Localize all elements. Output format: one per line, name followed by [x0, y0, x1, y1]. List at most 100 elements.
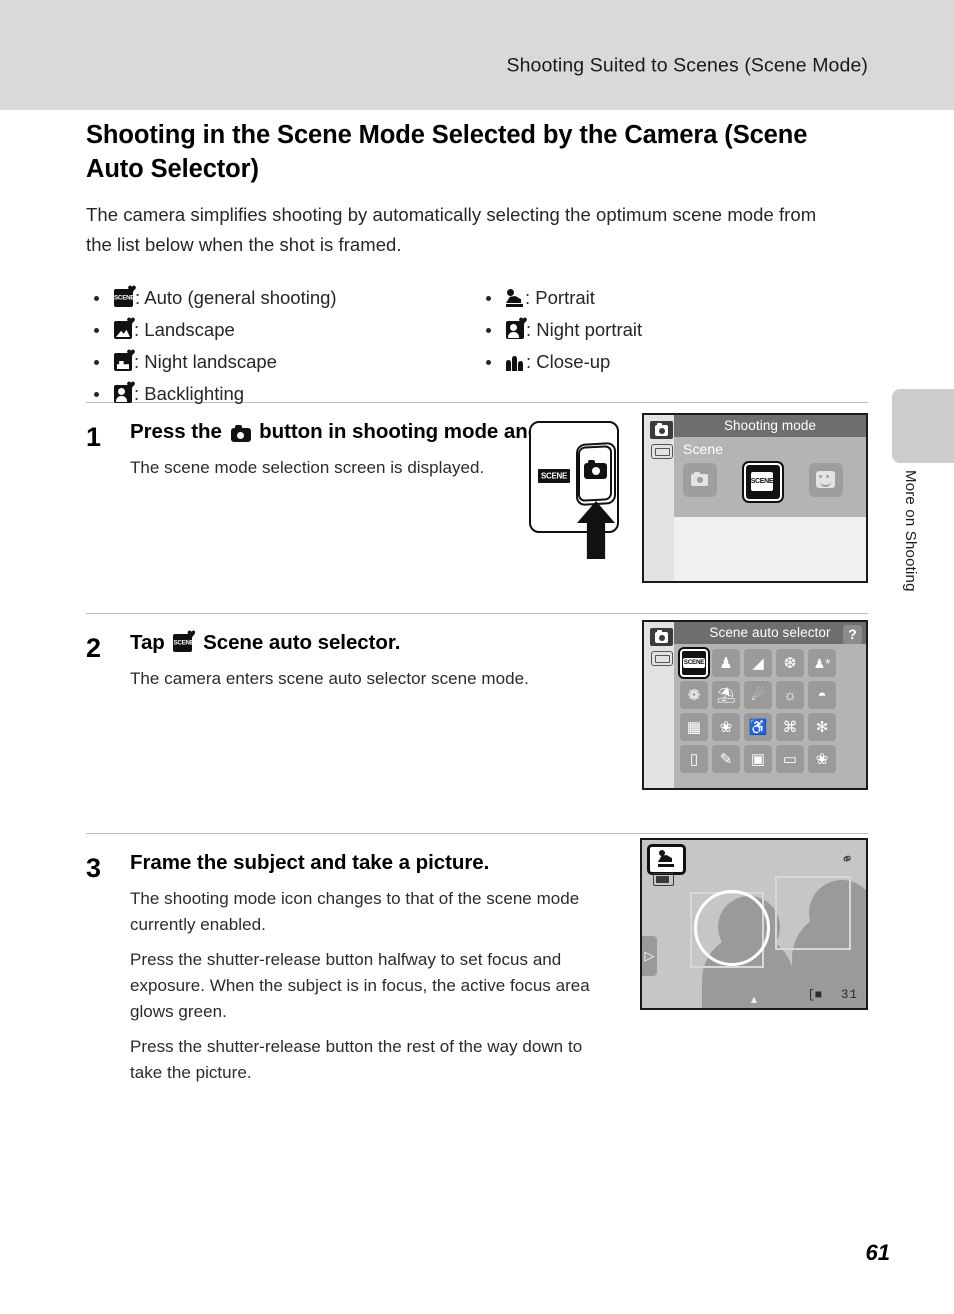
night-portrait-cell[interactable]: ♟*	[808, 649, 836, 677]
sports-cell[interactable]: ❆	[776, 649, 804, 677]
list-item: : Portrait	[486, 282, 642, 314]
section-thumb-tab-label: More on Shooting	[902, 470, 919, 592]
bottom-slide-tab[interactable]: ▲	[733, 992, 775, 1008]
screen-side-rail	[644, 622, 674, 788]
scene-icon-grid: SCENE ♟ ◢ ❆ ♟* ❁ ⛱ ☄ ☼ ◓ ▦ ❀ ♿ ⌘ ✻ ▯ ✎ ▣…	[680, 649, 836, 773]
list-item: : Night landscape	[94, 346, 337, 378]
list-item-label: : Night landscape	[134, 351, 277, 372]
bullet-dot	[94, 359, 99, 365]
portrait-icon	[506, 289, 523, 307]
step-1: 1 Press the button in shooting mode and …	[86, 403, 868, 613]
list-item-label: : Landscape	[134, 319, 235, 340]
landscape-cell[interactable]: ◢	[744, 649, 772, 677]
bullet-dot	[486, 359, 491, 365]
party-indoor-cell[interactable]: ❁	[680, 681, 708, 709]
mode-badge	[647, 844, 686, 875]
figure-camera-button	[529, 421, 621, 559]
shots-remaining: 31	[840, 988, 858, 1002]
list-item: : Night portrait	[486, 314, 642, 346]
screen-subtitle: Scene	[683, 441, 724, 457]
section-thumb-tab	[892, 389, 954, 463]
panorama-cell[interactable]: ▭	[776, 745, 804, 773]
list-item-label: : Auto (general shooting)	[135, 287, 337, 308]
portrait-cell[interactable]: ♟	[712, 649, 740, 677]
food-cell[interactable]: ♿	[744, 713, 772, 741]
list-item-label: : Backlighting	[134, 383, 245, 404]
camera-tab-icon[interactable]	[650, 421, 673, 439]
step-3: 3 Frame the subject and take a picture. …	[86, 834, 868, 1108]
draw-cell[interactable]: ✎	[712, 745, 740, 773]
landscape-icon	[114, 317, 135, 339]
step-2: 2 Tap Scene auto selector. The camera en…	[86, 614, 868, 833]
scene-auto-icon	[114, 289, 133, 307]
black-white-copy-cell[interactable]: ▯	[680, 745, 708, 773]
scene-label-tag	[538, 469, 570, 483]
scene-mode-list-column-1: : Auto (general shooting) : Landscape : …	[94, 282, 337, 410]
active-focus-area	[694, 890, 770, 966]
backlighting-icon	[114, 381, 135, 403]
scene-mode-list: : Auto (general shooting) : Landscape : …	[86, 282, 868, 404]
image-size-indicator: [■	[807, 988, 822, 1002]
list-item-label: : Night portrait	[526, 319, 643, 340]
page-number: 61	[865, 1240, 890, 1265]
smart-portrait-mode-cell[interactable]	[809, 463, 843, 497]
fireworks-cell[interactable]: ✻	[808, 713, 836, 741]
night-landscape-cell[interactable]: ▦	[680, 713, 708, 741]
mode-cell-row: SCENE	[683, 463, 843, 501]
list-item: : Landscape	[94, 314, 337, 346]
dusk-dawn-cell[interactable]: ◓	[808, 681, 836, 709]
playback-tab-icon[interactable]	[651, 651, 673, 666]
help-button[interactable]: ?	[843, 625, 862, 644]
intro-paragraph: The camera simplifies shooting by automa…	[86, 204, 817, 255]
beach-cell[interactable]: ⛱	[712, 681, 740, 709]
bullet-dot	[486, 295, 491, 301]
screen-title: Shooting mode	[674, 415, 866, 437]
battery-icon	[653, 873, 674, 886]
live-view-image: ⚭ ▷ ▲ [■ 31	[642, 840, 866, 1008]
sunset-cell[interactable]: ☼	[776, 681, 804, 709]
screen-mode-panel: Scene SCENE	[674, 437, 866, 517]
bullet-dot	[486, 327, 491, 333]
screen-scene-auto-selector: Scene auto selector ? SCENE ♟ ◢ ❆ ♟* ❁ ⛱…	[642, 620, 868, 790]
step-body-text: Press the shutter-release button the res…	[130, 1037, 583, 1082]
camera-glyph-icon	[584, 460, 607, 479]
step-body-text: The camera enters scene auto selector sc…	[130, 669, 529, 688]
step-heading: Tap Scene auto selector.	[130, 628, 610, 657]
scene-mode-cell[interactable]: SCENE	[744, 463, 782, 501]
step-number: 2	[86, 633, 102, 663]
bullet-dot	[94, 327, 99, 333]
step-number: 1	[86, 422, 102, 452]
step-body-text: Press the shutter-release button halfway…	[130, 950, 590, 1021]
page-content: Shooting in the Scene Mode Selected by t…	[86, 118, 868, 1108]
list-item: : Auto (general shooting)	[94, 282, 337, 314]
step-heading-part-1: Press the	[130, 420, 222, 443]
step-heading-part-1: Tap	[130, 631, 165, 654]
bullet-dot	[94, 391, 99, 397]
screen-title: Scene auto selector	[674, 622, 866, 644]
scene-mode-list-column-2: : Portrait : Night portrait : Close-up	[486, 282, 642, 378]
scene-auto-selector-cell[interactable]: SCENE	[680, 649, 708, 677]
running-header-title: Shooting Suited to Scenes (Scene Mode)	[506, 54, 868, 77]
step-body-text: The shooting mode icon changes to that o…	[130, 889, 580, 934]
playback-tab-icon[interactable]	[651, 444, 673, 459]
step-heading-part-2: Scene auto selector.	[203, 631, 401, 654]
scene-mode-cell-label: SCENE	[750, 478, 774, 485]
night-landscape-icon	[114, 349, 135, 371]
bullet-dot	[94, 295, 99, 301]
camera-tab-icon[interactable]	[650, 628, 673, 646]
screen-live-view: ⚭ ▷ ▲ [■ 31	[640, 838, 868, 1010]
camera-button-icon	[230, 425, 251, 442]
list-item-label: : Close-up	[526, 351, 611, 372]
close-up-cell[interactable]: ❀	[712, 713, 740, 741]
step-heading: Frame the subject and take a picture.	[130, 851, 490, 874]
close-up-icon	[506, 353, 524, 371]
left-slide-tab[interactable]: ▷	[642, 936, 657, 976]
snow-cell[interactable]: ☄	[744, 681, 772, 709]
pet-portrait-cell[interactable]: ❀	[808, 745, 836, 773]
screen-side-rail	[644, 415, 674, 581]
auto-mode-cell[interactable]	[683, 463, 717, 497]
focus-area-box-right	[775, 876, 851, 950]
screen-shooting-mode: Shooting mode Scene SCENE	[642, 413, 868, 583]
museum-cell[interactable]: ⌘	[776, 713, 804, 741]
backlighting-cell[interactable]: ▣	[744, 745, 772, 773]
